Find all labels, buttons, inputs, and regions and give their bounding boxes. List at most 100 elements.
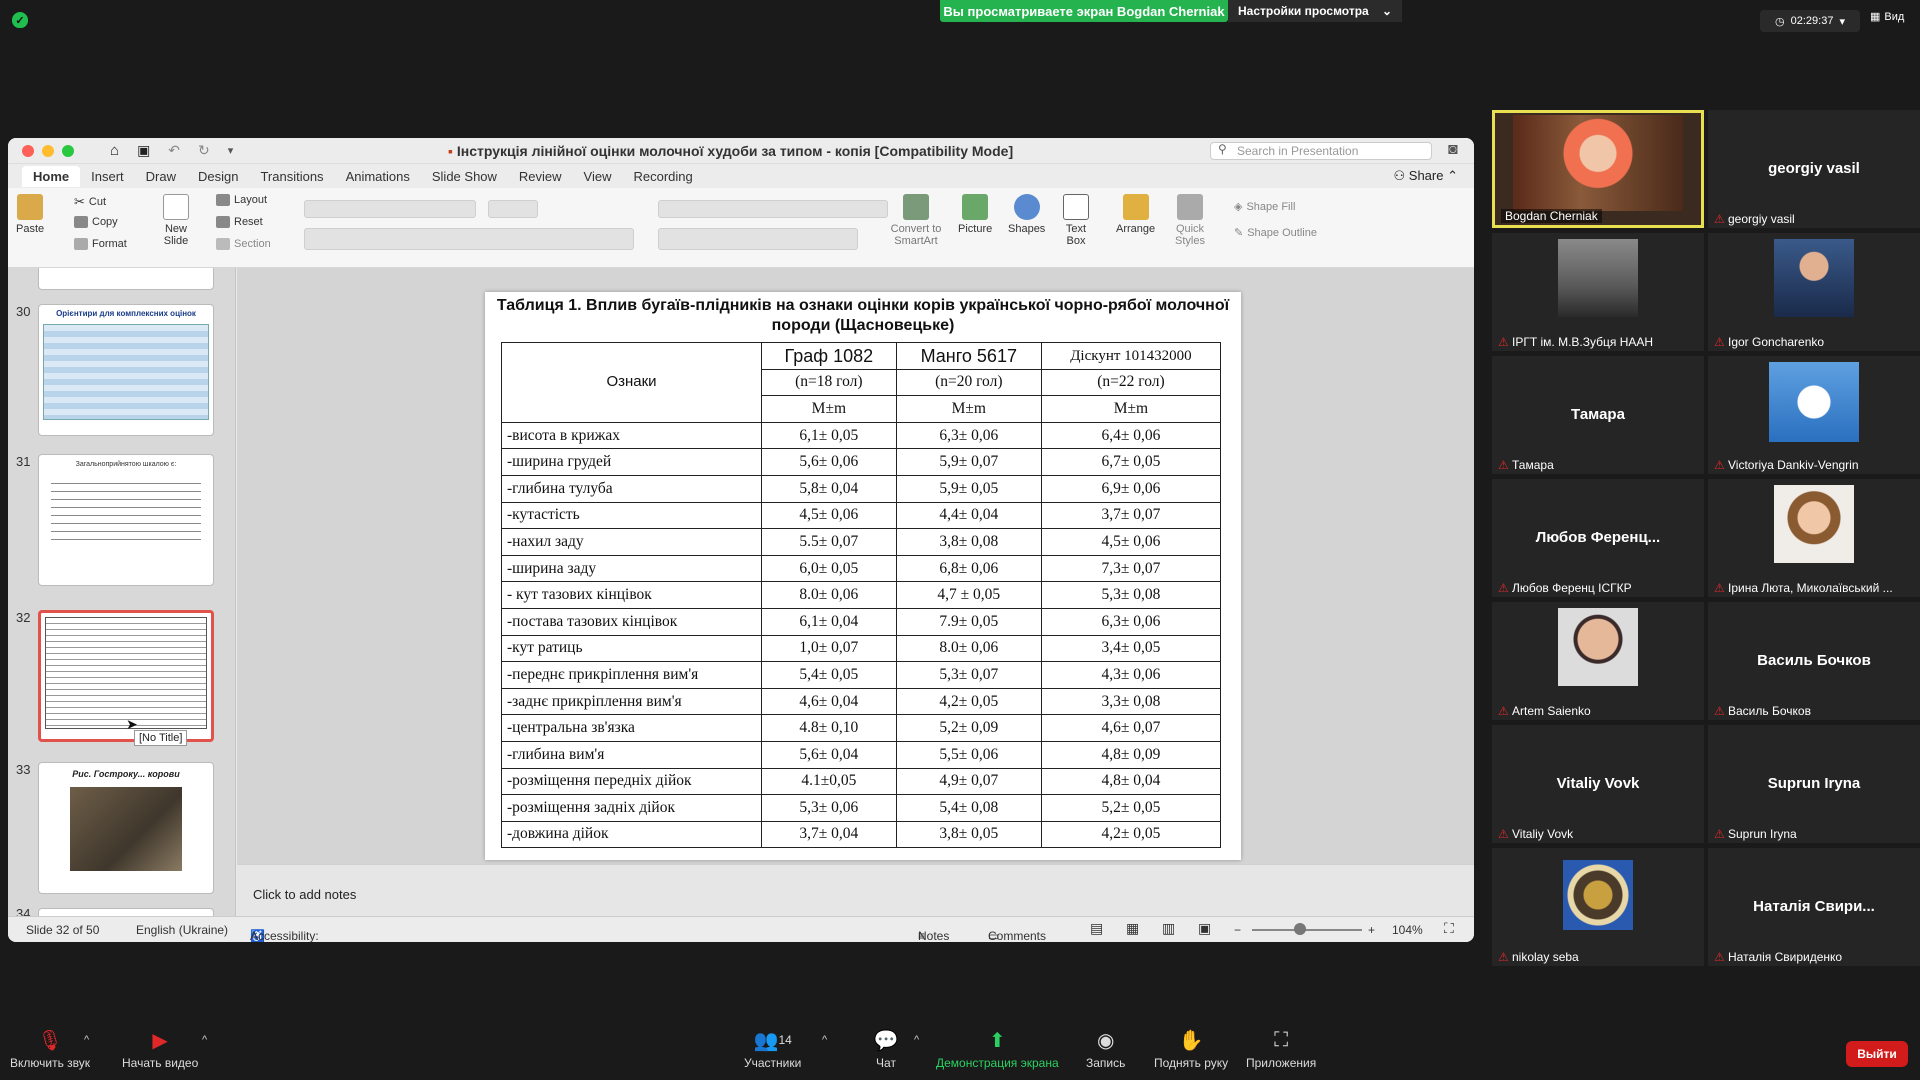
participant-tile[interactable]: Наталія Свири... ⚠ Наталія Свириденко	[1708, 848, 1920, 966]
reading-view-icon[interactable]: ▥	[1162, 920, 1175, 937]
current-slide[interactable]: Таблиця 1. Вплив бугаїв-плідників на озн…	[485, 292, 1241, 860]
participant-tile[interactable]: ⚠ Artem Saienko	[1492, 602, 1704, 720]
participant-tile[interactable]: ⚠ Ірина Люта, Миколаївський ...	[1708, 479, 1920, 597]
participant-tile[interactable]: Vitaliy Vovk ⚠ Vitaliy Vovk	[1492, 725, 1704, 843]
tab-insert[interactable]: Insert	[80, 166, 135, 187]
normal-view-icon[interactable]: ▤	[1090, 920, 1103, 937]
shape-fill-button[interactable]: ◈ Shape Fill	[1234, 200, 1295, 214]
participant-tile[interactable]: ⚠ ІРГТ ім. М.В.Зубця НААН	[1492, 233, 1704, 351]
tab-home[interactable]: Home	[22, 165, 81, 187]
window-title: ▪ Інструкція лінійної оцінки молочної ху…	[448, 143, 1013, 159]
text-box-button[interactable]: Text Box	[1058, 194, 1094, 247]
undo-icon[interactable]: ↶	[168, 142, 180, 159]
zoom-in-icon[interactable]: +	[1368, 923, 1375, 937]
meeting-timer[interactable]: ◷ 02:29:37 ▾	[1760, 10, 1860, 32]
chat-button[interactable]: 💬 Чат	[872, 1028, 900, 1071]
customize-toolbar-icon[interactable]: ▾	[228, 144, 234, 157]
format-painter-button[interactable]: Format	[74, 238, 127, 250]
slide-thumbnails-pane[interactable]: 30 Орієнтири для комплексних оцінок 31 З…	[8, 268, 236, 916]
share-screen-button[interactable]: ⬆ Демонстрация экрана	[936, 1028, 1059, 1071]
tab-draw[interactable]: Draw	[135, 166, 187, 187]
value-cell: 4,7 ± 0,05	[895, 581, 1042, 609]
section-button[interactable]: Section	[216, 238, 271, 250]
paste-button[interactable]: Paste	[16, 194, 44, 235]
chevron-up-icon[interactable]: ^	[84, 1034, 89, 1046]
chevron-up-icon[interactable]: ^	[202, 1034, 207, 1046]
chevron-up-icon[interactable]: ^	[914, 1034, 919, 1046]
font-format-controls[interactable]	[304, 228, 634, 250]
layout-button[interactable]: Layout	[216, 194, 267, 206]
convert-smartart-button[interactable]: Convert to SmartArt	[888, 194, 944, 247]
participant-tile[interactable]: ⚠ nikolay seba	[1492, 848, 1704, 966]
tab-animations[interactable]: Animations	[335, 166, 421, 187]
tab-view[interactable]: View	[573, 166, 623, 187]
zoom-out-icon[interactable]: −	[1234, 923, 1241, 937]
tab-slide-show[interactable]: Slide Show	[421, 166, 508, 187]
close-window-button[interactable]	[22, 144, 34, 157]
maximize-window-button[interactable]	[62, 144, 74, 157]
participants-button[interactable]: 👥 14 Участники	[744, 1028, 801, 1071]
reset-button[interactable]: Reset	[216, 216, 263, 228]
apps-button[interactable]: ⛶ Приложения	[1246, 1028, 1316, 1071]
picture-button[interactable]: Picture	[958, 194, 992, 235]
scissors-icon: ✂	[74, 194, 85, 209]
save-icon[interactable]: ▣	[137, 142, 150, 159]
participant-tile[interactable]: Тамара ⚠ Тамара	[1492, 356, 1704, 474]
slide-thumbnail-34[interactable]	[38, 908, 214, 916]
tab-recording[interactable]: Recording	[623, 166, 704, 187]
zoom-slider[interactable]	[1252, 929, 1362, 931]
account-icon[interactable]: ◙	[1448, 141, 1458, 159]
participant-tile[interactable]: Любов Ференц... ⚠ Любов Ференц ІСГКР	[1492, 479, 1704, 597]
clock-icon: ◷	[1775, 15, 1785, 28]
slide-thumbnail[interactable]	[38, 268, 214, 290]
start-video-button[interactable]: ▶ Начать видео	[122, 1028, 198, 1071]
raise-hand-button[interactable]: ✋ Поднять руку	[1154, 1028, 1228, 1071]
slide-thumbnail-31[interactable]: Загальноприйнятою шкалою є:	[38, 454, 214, 586]
slide-thumbnail-30[interactable]: Орієнтири для комплексних оцінок	[38, 304, 214, 436]
minimize-window-button[interactable]	[42, 144, 54, 157]
fit-to-window-icon[interactable]: ⛶	[1444, 920, 1454, 937]
language-indicator[interactable]: English (Ukraine)	[136, 923, 228, 937]
paragraph-controls[interactable]	[658, 200, 888, 218]
leave-meeting-button[interactable]: Выйти	[1846, 1041, 1908, 1067]
copy-button[interactable]: Copy	[74, 216, 118, 228]
slide-sorter-icon[interactable]: ▦	[1126, 920, 1139, 937]
new-slide-button[interactable]: New Slide	[156, 194, 196, 247]
record-button[interactable]: ◉ Запись	[1086, 1028, 1125, 1071]
home-icon[interactable]: ⌂	[110, 142, 119, 159]
participant-tile[interactable]: Василь Бочков ⚠ Василь Бочков	[1708, 602, 1920, 720]
font-family-select[interactable]	[304, 200, 476, 218]
unmute-button[interactable]: 🎙 Включить звук	[10, 1028, 90, 1071]
font-size-select[interactable]	[488, 200, 538, 218]
view-settings-dropdown[interactable]: Настройки просмотра ⌄	[1228, 0, 1402, 22]
participant-tile[interactable]: Bogdan Cherniak	[1492, 110, 1704, 228]
chevron-down-icon: ▾	[1839, 15, 1845, 28]
tab-transitions[interactable]: Transitions	[249, 166, 334, 187]
slide-editor[interactable]: Таблиця 1. Вплив бугаїв-плідників на озн…	[237, 268, 1474, 864]
view-button[interactable]: ▦ Вид	[1870, 10, 1904, 24]
participant-tile[interactable]: Suprun Iryna ⚠ Suprun Iryna	[1708, 725, 1920, 843]
share-button[interactable]: ⚇ Share ⌃	[1394, 168, 1459, 184]
zoom-level[interactable]: 104%	[1392, 923, 1423, 937]
participant-tile[interactable]: ⚠ Victoriya Dankiv-Vengrin	[1708, 356, 1920, 474]
search-input[interactable]: Search in Presentation	[1210, 142, 1432, 160]
tab-design[interactable]: Design	[187, 166, 249, 187]
notes-area[interactable]: Click to add notes	[237, 864, 1474, 916]
thumb-number: 31	[16, 454, 31, 469]
chevron-up-icon[interactable]: ^	[822, 1034, 827, 1046]
redo-icon[interactable]: ↻	[198, 142, 210, 159]
shapes-button[interactable]: Shapes	[1008, 194, 1045, 235]
participant-tile[interactable]: ⚠ Igor Goncharenko	[1708, 233, 1920, 351]
security-shield-icon[interactable]: ✓	[12, 12, 28, 28]
slide-thumbnail-33[interactable]: Рис. Гостроку... корови	[38, 762, 214, 894]
quick-styles-button[interactable]: Quick Styles	[1170, 194, 1210, 247]
table-row: -ширина грудей 5,6± 0,06 5,9± 0,07 6,7± 0,0…	[501, 448, 1222, 476]
arrange-button[interactable]: Arrange	[1116, 194, 1155, 235]
shape-outline-button[interactable]: ✎ Shape Outline	[1234, 226, 1317, 240]
slideshow-icon[interactable]: ▣	[1198, 920, 1211, 937]
alignment-controls[interactable]	[658, 228, 858, 250]
zoom-slider-handle[interactable]	[1294, 923, 1306, 935]
cut-button[interactable]: ✂ Cut	[74, 194, 106, 210]
participant-tile[interactable]: georgiy vasil ⚠ georgiy vasil	[1708, 110, 1920, 228]
tab-review[interactable]: Review	[508, 166, 573, 187]
